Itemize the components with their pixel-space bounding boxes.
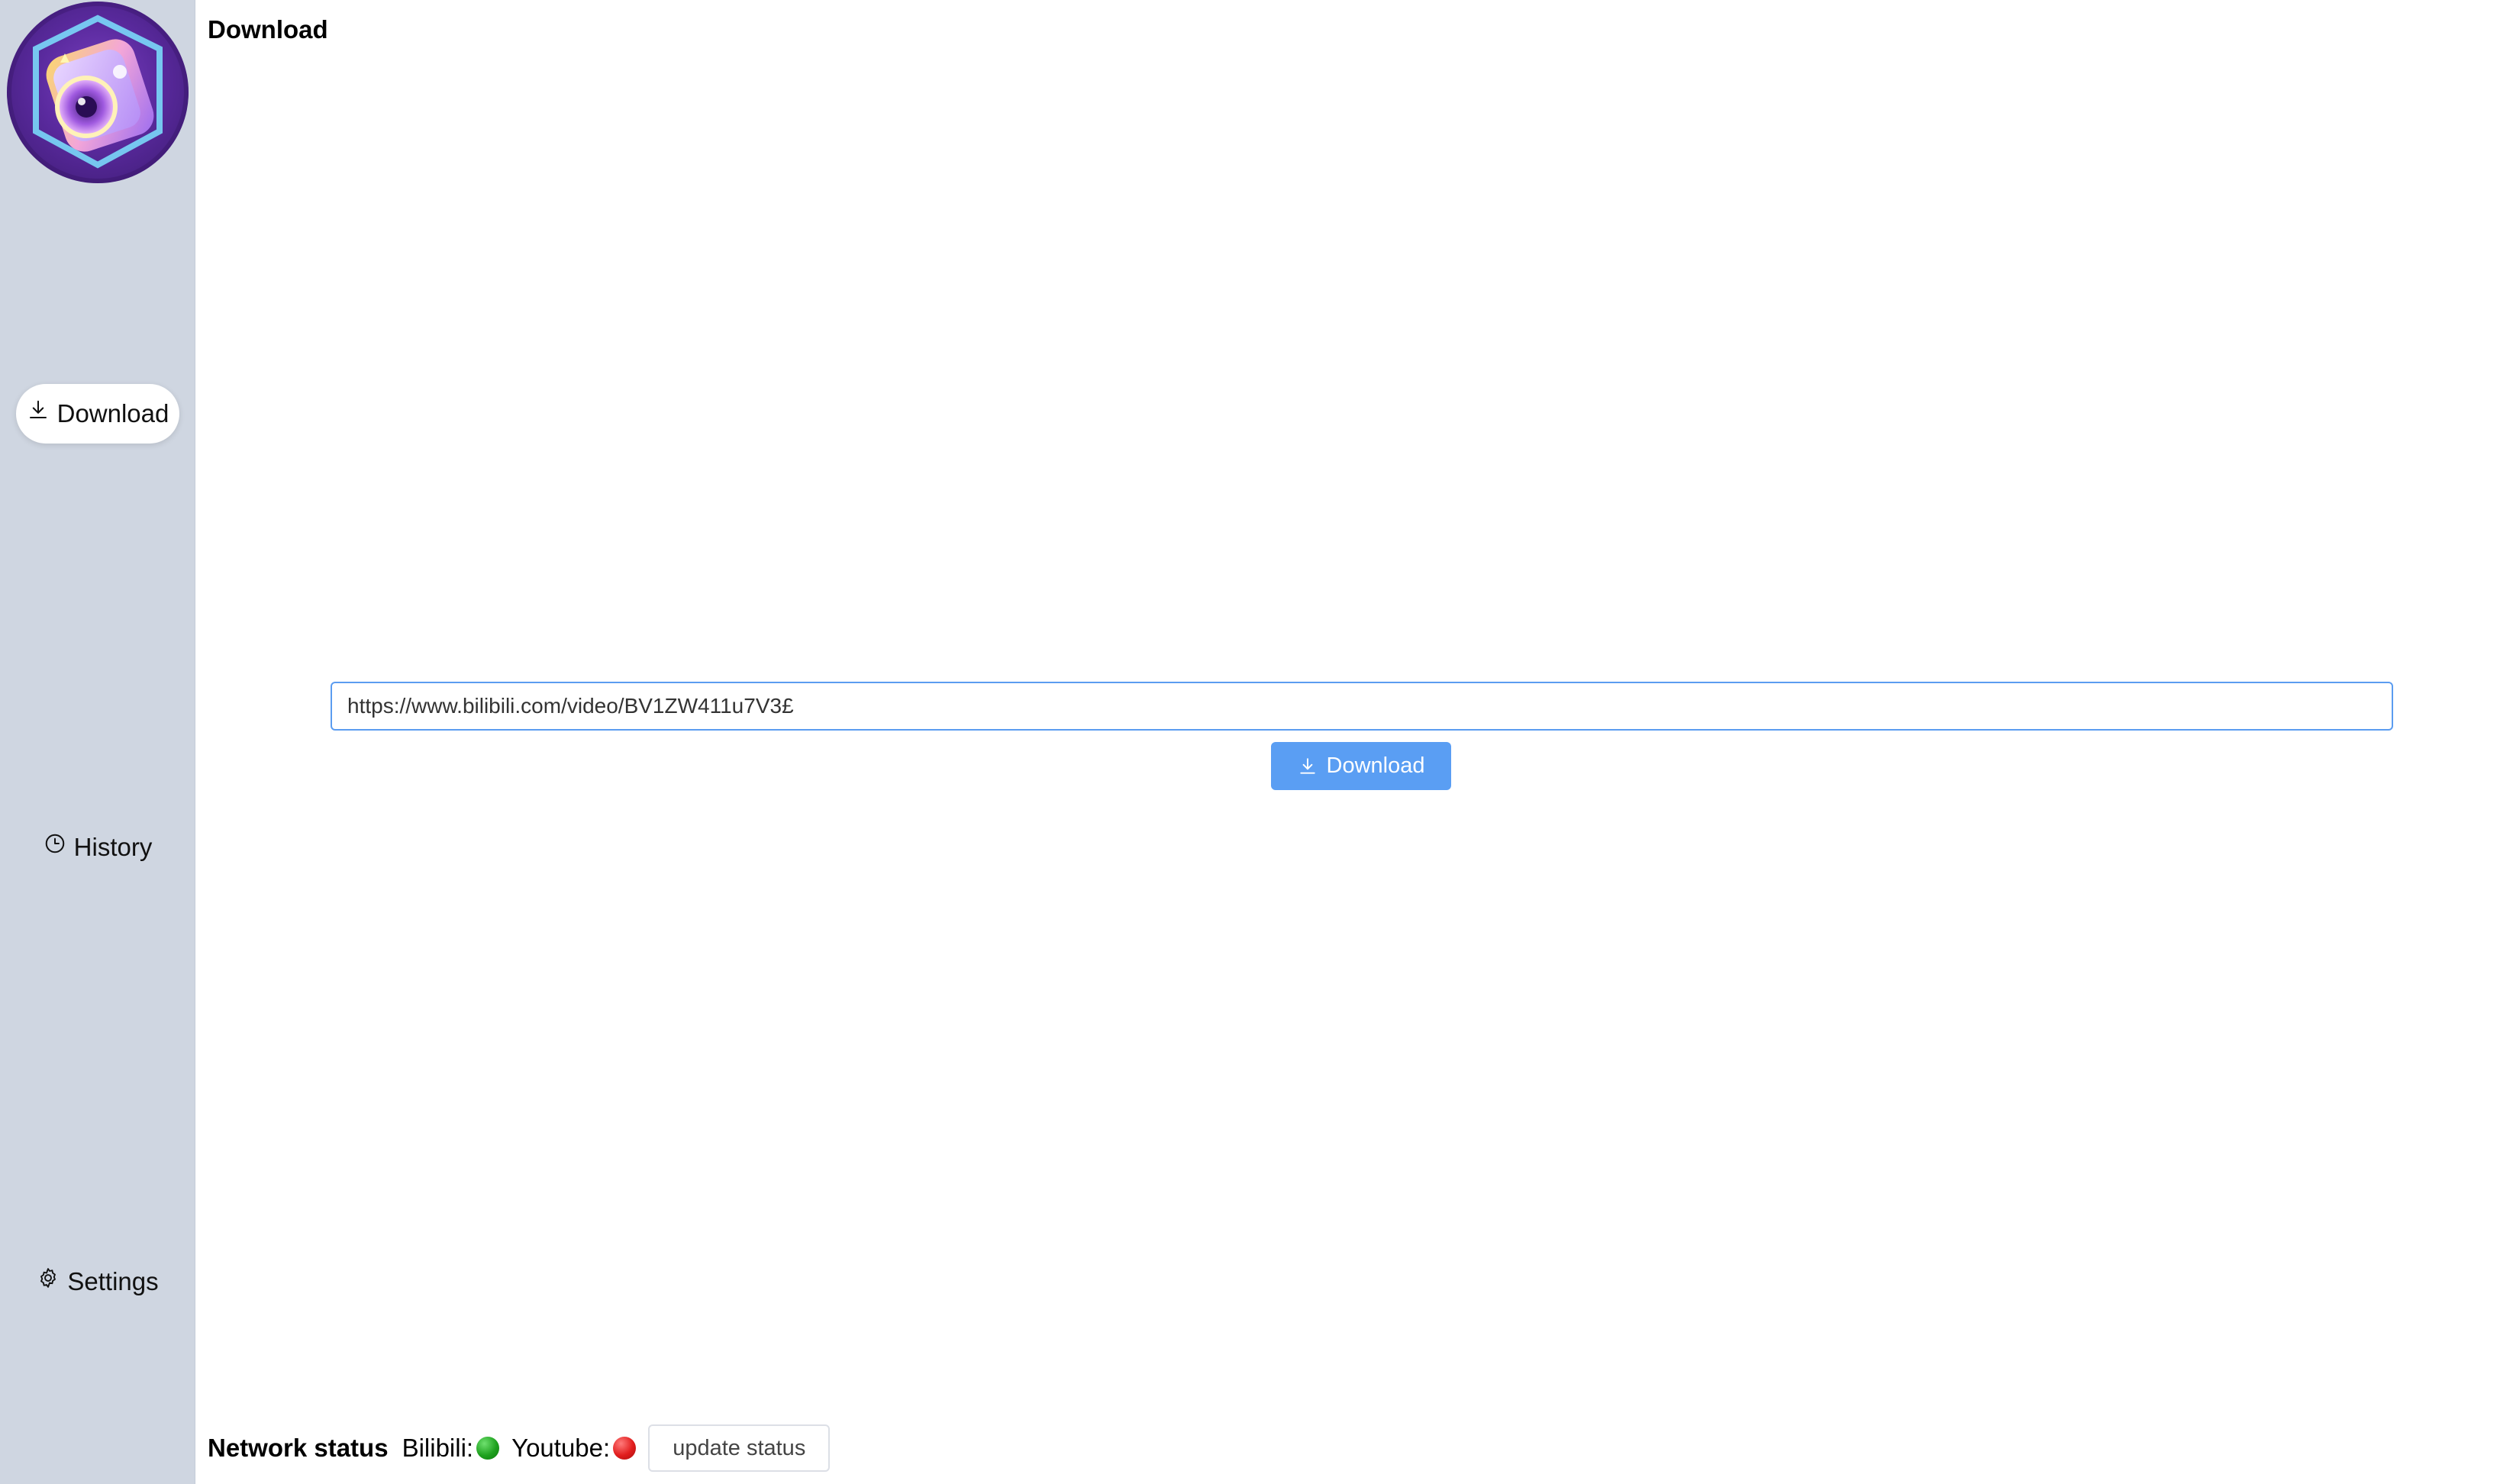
network-status-bar: Network status Bilibili: Youtube: update… <box>208 1421 831 1475</box>
sidebar-item-download[interactable]: Download <box>16 384 179 444</box>
bilibili-label: Bilibili: <box>402 1434 474 1462</box>
app-logo <box>7 2 189 183</box>
url-input[interactable] <box>331 682 2393 731</box>
page-title: Download <box>208 15 328 44</box>
sidebar-item-label: Download <box>56 399 169 427</box>
network-status-label: Network status <box>208 1434 389 1462</box>
youtube-status: Youtube: <box>511 1434 637 1463</box>
camera-logo-icon <box>33 15 163 169</box>
status-offline-dot-icon <box>613 1437 637 1460</box>
download-icon <box>27 398 50 421</box>
youtube-label: Youtube: <box>511 1434 611 1462</box>
sidebar-item-label: Settings <box>67 1267 159 1295</box>
sidebar-item-settings[interactable]: Settings <box>16 1252 179 1311</box>
download-button[interactable]: Download <box>1271 742 1451 790</box>
bilibili-status: Bilibili: <box>402 1434 500 1463</box>
sidebar-item-history[interactable]: History <box>16 818 179 877</box>
gear-icon <box>37 1266 60 1289</box>
update-status-button[interactable]: update status <box>648 1424 831 1472</box>
download-icon <box>1298 757 1318 776</box>
download-button-label: Download <box>1326 753 1425 778</box>
sidebar-item-label: History <box>73 833 153 861</box>
status-online-dot-icon <box>476 1437 500 1460</box>
clock-icon <box>44 832 66 855</box>
app-window: Download History Settings Download https… <box>0 0 2513 1484</box>
sidebar: Download History Settings <box>0 0 195 1484</box>
